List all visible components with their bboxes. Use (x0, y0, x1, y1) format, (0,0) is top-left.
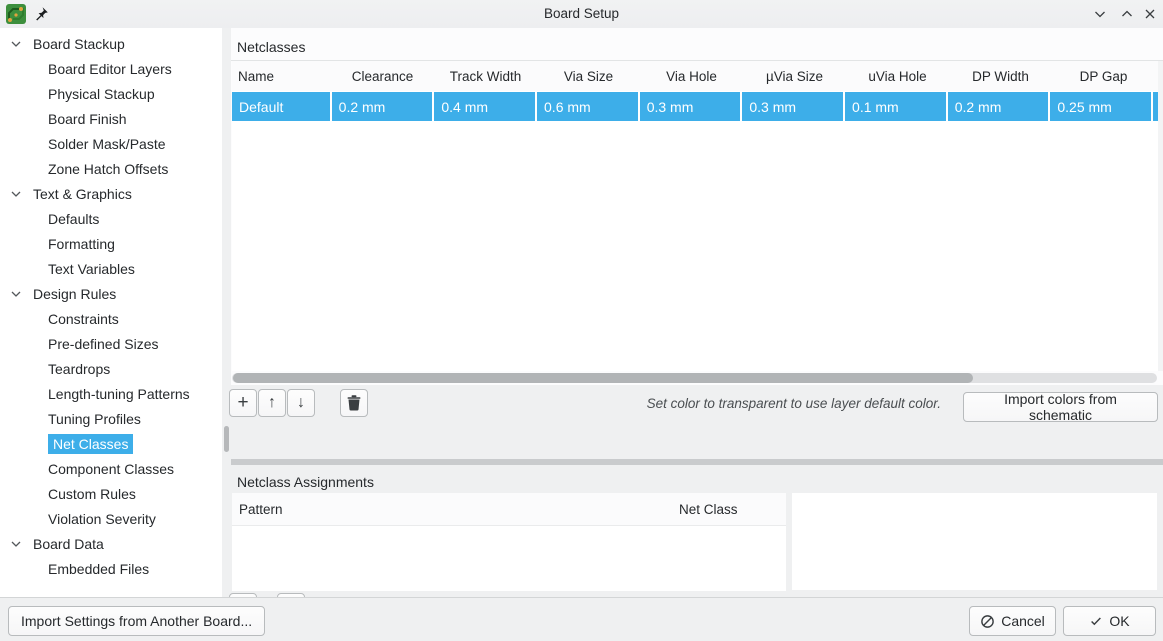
move-up-button[interactable]: ↑ (258, 389, 286, 417)
netclasses-grid: Name Clearance Track Width Via Size Via … (232, 61, 1158, 371)
color-hint-text: Set color to transparent to use layer de… (631, 391, 941, 417)
arrow-down-icon: ↓ (297, 394, 305, 412)
assignments-section-title: Netclass Assignments (237, 474, 374, 490)
sidebar-item-zone-hatch-offsets[interactable]: Zone Hatch Offsets (0, 156, 222, 181)
trash-icon (347, 395, 361, 411)
column-header-uvia-hole[interactable]: uVia Hole (847, 61, 948, 91)
column-header-pattern[interactable]: Pattern (239, 493, 283, 526)
sidebar-item-board-finish[interactable]: Board Finish (0, 106, 222, 131)
horizontal-scrollbar-thumb[interactable] (233, 373, 973, 383)
netclasses-section-title: Netclasses (237, 39, 305, 55)
sidebar-item-pre-defined-sizes[interactable]: Pre-defined Sizes (0, 331, 222, 356)
ok-button[interactable]: OK (1063, 606, 1156, 636)
assignments-table: Pattern Net Class (232, 493, 786, 591)
netclasses-section: Netclasses Name Clearance Track Width Vi… (231, 28, 1163, 385)
sidebar-item-physical-stackup[interactable]: Physical Stackup (0, 81, 222, 106)
column-header-dp-width[interactable]: DP Width (950, 61, 1051, 91)
plus-icon: + (237, 392, 248, 414)
sidebar-item-embedded-files[interactable]: Embedded Files (0, 556, 222, 581)
cell-uvia-hole[interactable]: 0.1 mm (845, 92, 946, 121)
assignments-preview-panel (792, 493, 1157, 590)
column-header-net-class[interactable]: Net Class (679, 493, 738, 526)
sidebar-item-design-rules[interactable]: Design Rules (0, 281, 222, 306)
add-netclass-button[interactable]: + (229, 389, 257, 417)
cell-clearance[interactable]: 0.2 mm (332, 92, 433, 121)
sidebar-item-component-classes[interactable]: Component Classes (0, 456, 222, 481)
vertical-scrollbar-gutter (1158, 61, 1163, 371)
sidebar-item-violation-severity[interactable]: Violation Severity (0, 506, 222, 531)
sidebar-item-tuning-profiles[interactable]: Tuning Profiles (0, 406, 222, 431)
close-icon[interactable] (1142, 6, 1158, 22)
sidebar-splitter[interactable] (222, 28, 231, 597)
titlebar: Board Setup (0, 0, 1163, 28)
dialog-footer: Import Settings from Another Board... Ca… (0, 597, 1163, 641)
sidebar-item-constraints[interactable]: Constraints (0, 306, 222, 331)
column-header-name[interactable]: Name (232, 61, 330, 91)
settings-tree: Board Stackup Board Editor Layers Physic… (0, 28, 222, 597)
selected-item-highlight: Net Classes (48, 434, 133, 454)
sidebar-item-solder-mask-paste[interactable]: Solder Mask/Paste (0, 131, 222, 156)
sidebar-item-custom-rules[interactable]: Custom Rules (0, 481, 222, 506)
sidebar-item-formatting[interactable]: Formatting (0, 231, 222, 256)
cell-dp-gap[interactable]: 0.25 mm (1050, 92, 1151, 121)
cancel-button[interactable]: Cancel (969, 606, 1056, 636)
assignments-table-header: Pattern Net Class (232, 493, 786, 526)
column-header-dp-gap[interactable]: DP Gap (1053, 61, 1154, 91)
arrow-up-icon: ↑ (268, 394, 276, 412)
cell-name[interactable]: Default (232, 92, 330, 121)
cancel-icon (980, 614, 995, 629)
column-header-clearance[interactable]: Clearance (332, 61, 433, 91)
section-splitter[interactable] (231, 459, 1163, 465)
sidebar-item-text-variables[interactable]: Text Variables (0, 256, 222, 281)
chevron-down-icon[interactable] (10, 188, 22, 200)
column-header-via-size[interactable]: Via Size (538, 61, 639, 91)
netclass-row-default[interactable]: Default 0.2 mm 0.4 mm 0.6 mm 0.3 mm 0.3 … (232, 92, 1158, 121)
column-header-via-hole[interactable]: Via Hole (641, 61, 742, 91)
chevron-down-icon[interactable] (10, 538, 22, 550)
cell-via-hole[interactable]: 0.3 mm (640, 92, 741, 121)
sidebar-item-net-classes[interactable]: Net Classes (0, 431, 222, 456)
import-settings-button[interactable]: Import Settings from Another Board... (8, 606, 265, 636)
window-title: Board Setup (0, 0, 1163, 28)
import-colors-button[interactable]: Import colors from schematic (963, 392, 1158, 422)
sidebar-item-board-editor-layers[interactable]: Board Editor Layers (0, 56, 222, 81)
check-icon (1089, 614, 1103, 628)
netclasses-grid-header: Name Clearance Track Width Via Size Via … (232, 61, 1158, 91)
sidebar-item-text-graphics[interactable]: Text & Graphics (0, 181, 222, 206)
cell-via-size[interactable]: 0.6 mm (537, 92, 638, 121)
chevron-down-icon[interactable] (10, 38, 22, 50)
minimize-icon[interactable] (1092, 6, 1108, 22)
sidebar-item-board-data[interactable]: Board Data (0, 531, 222, 556)
sidebar-item-board-stackup[interactable]: Board Stackup (0, 31, 222, 56)
delete-netclass-button[interactable] (340, 389, 368, 417)
cell-dp-width[interactable]: 0.2 mm (948, 92, 1049, 121)
sidebar-scrollbar-thumb[interactable] (224, 426, 229, 452)
sidebar-item-defaults[interactable]: Defaults (0, 206, 222, 231)
sidebar-item-teardrops[interactable]: Teardrops (0, 356, 222, 381)
move-down-button[interactable]: ↓ (287, 389, 315, 417)
cell-uvia-size[interactable]: 0.3 mm (742, 92, 843, 121)
column-header-uvia-size[interactable]: µVia Size (744, 61, 845, 91)
maximize-icon[interactable] (1119, 6, 1135, 22)
chevron-down-icon[interactable] (10, 288, 22, 300)
column-header-track-width[interactable]: Track Width (435, 61, 536, 91)
sidebar-item-length-tuning-patterns[interactable]: Length-tuning Patterns (0, 381, 222, 406)
cell-track-width[interactable]: 0.4 mm (434, 92, 535, 121)
